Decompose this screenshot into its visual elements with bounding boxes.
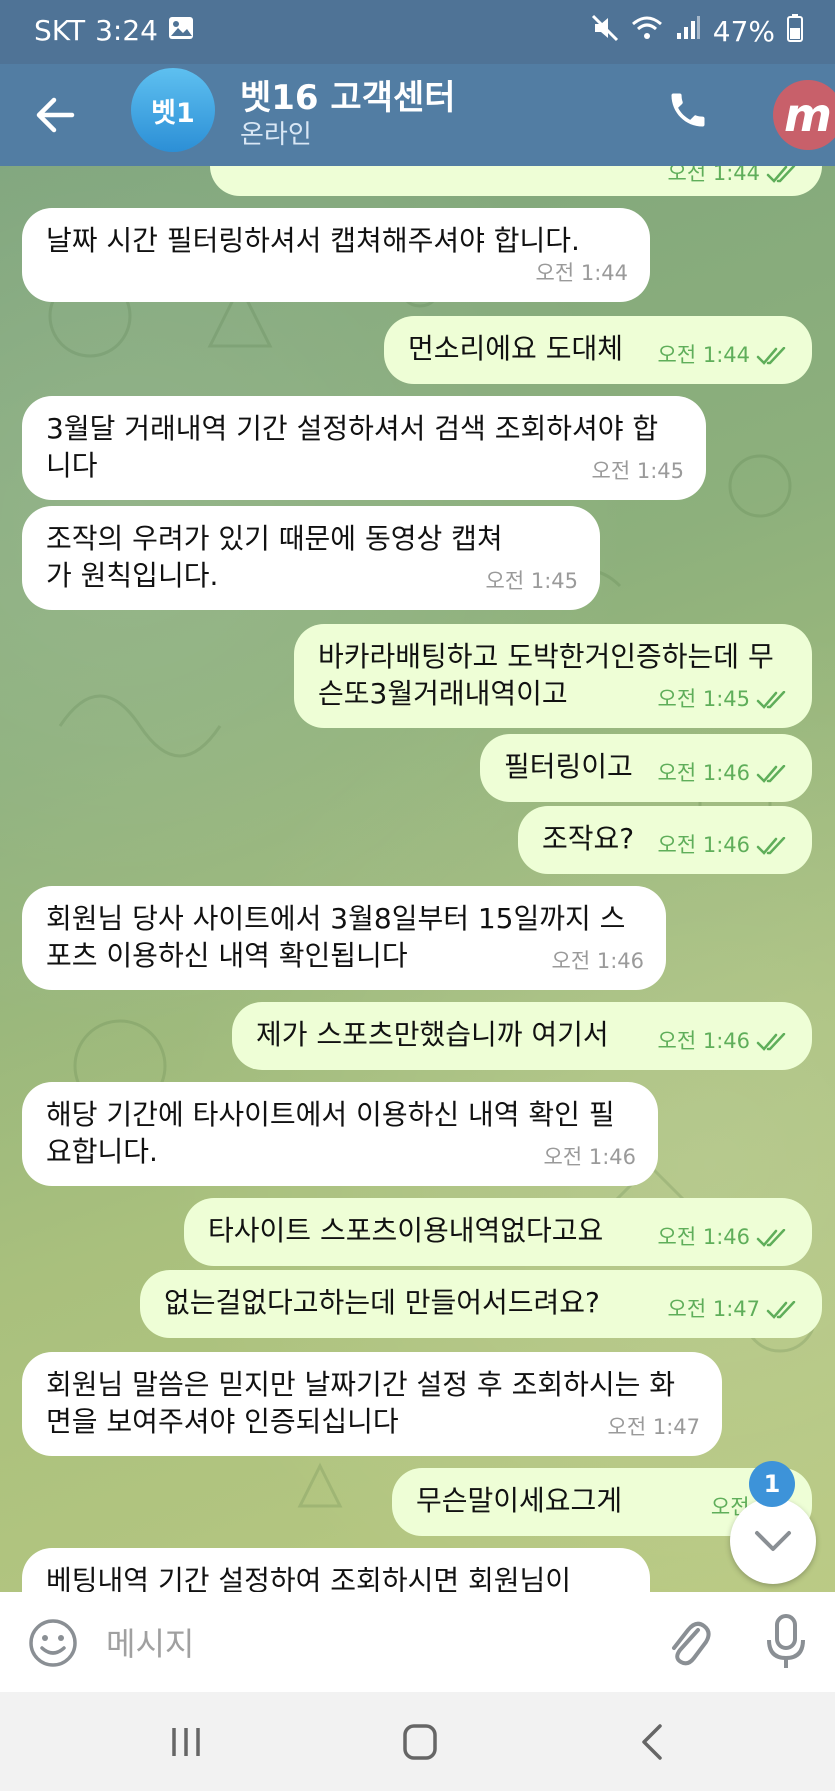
message-meta: 오전 1:44 [668,166,800,192]
double-check-icon [756,346,786,365]
double-check-icon [756,836,786,855]
microphone-icon [767,1614,805,1668]
message-outgoing[interactable]: 조작요? 오전 1:46 [518,806,812,874]
wifi-icon [631,15,663,48]
message-meta: 오전 1:46 [552,943,644,980]
message-incoming[interactable]: 3월달 거래내역 기간 설정하셔서 검색 조회하셔야 합니다 오전 1:45 [22,396,706,500]
carrier-label: SKT [34,14,86,47]
message-meta: 오전 1:44 [658,337,790,374]
chat-title[interactable]: 벳16 고객센터 [240,70,456,119]
message-incoming[interactable]: 조작의 우려가 있기 때문에 동영상 캡쳐가 원칙입니다. 오전 1:45 [22,506,600,610]
message-incoming[interactable]: 회원님 말씀은 믿지만 날짜기간 설정 후 조회하시는 화면을 보여주셔야 인증… [22,1352,722,1456]
message-input[interactable] [104,1618,648,1670]
message-outgoing[interactable]: 먼소리에요 도대체 오전 1:44 [384,316,812,384]
chat-area[interactable]: 오전 1:44 날짜 시간 필터링하셔서 캡쳐해주셔야 합니다. 오전 1:44… [0,166,835,1592]
message-outgoing[interactable]: 없는걸없다고하는데 만들어서드려요? 오전 1:47 [140,1270,822,1338]
unread-count-badge: 1 [749,1461,795,1507]
message-outgoing[interactable]: 바카라배팅하고 도박한거인증하는데 무슨또3월거래내역이고 오전 1:45 [294,624,812,728]
status-left: SKT 3:24 [34,14,194,47]
back-chevron-icon [642,1724,662,1760]
message-text: 3월달 거래내역 기간 설정하셔서 검색 조회하셔야 합니다 [46,412,659,482]
chat-header: 벳1 벳16 고객센터 온라인 m [0,64,835,166]
back-nav-button[interactable] [632,1722,676,1762]
double-check-icon [756,764,786,783]
message-text: 베팅내역 기간 설정하여 조회하시면 회원님이 [46,1564,572,1592]
message-text: 조작의 우려가 있기 때문에 동영상 캡쳐가 원칙입니다. [46,522,503,592]
message-outgoing[interactable]: 오전 1:44 [210,166,822,196]
battery-icon [787,14,803,49]
message-incoming[interactable]: 해당 기간에 타사이트에서 이용하신 내역 확인 필요합니다. 오전 1:46 [22,1082,658,1186]
back-button[interactable] [34,90,78,140]
recents-icon [172,1728,200,1756]
chevron-down-icon [755,1531,791,1551]
message-time: 오전 1:44 [535,261,628,285]
message-meta: 오전 1:47 [668,1291,800,1328]
recent-apps-button[interactable] [164,1722,208,1762]
message-time: 오전 1:44 [657,343,750,367]
mute-icon [591,14,619,49]
double-check-icon [756,1032,786,1051]
message-meta: 오전 1:47 [608,1409,700,1446]
status-right: 47% [591,14,803,49]
home-button[interactable] [398,1722,442,1762]
message-text: 해당 기간에 타사이트에서 이용하신 내역 확인 필요합니다. [46,1098,615,1168]
message-time: 오전 1:46 [657,833,750,857]
double-check-icon [766,1300,796,1319]
message-meta: 오전 1:46 [658,827,790,864]
gallery-icon [168,14,194,47]
message-time: 오전 1:46 [657,1029,750,1053]
message-meta: 오전 1:46 [658,1219,790,1256]
message-meta: 오전 1:46 [658,1023,790,1060]
message-time: 오전 1:44 [667,166,760,185]
arrow-left-icon [36,97,75,133]
message-outgoing[interactable]: 제가 스포츠만했습니까 여기서 오전 1:46 [232,1002,812,1070]
message-time: 오전 1:46 [543,1145,636,1169]
message-incoming[interactable]: 회원님 당사 사이트에서 3월8일부터 15일까지 스포츠 이용하신 내역 확인… [22,886,666,990]
smile-icon [29,1619,77,1667]
scroll-to-bottom-button[interactable] [730,1498,816,1584]
floating-app-badge[interactable]: m [773,80,835,150]
microphone-button[interactable] [762,1612,810,1672]
clock: 3:24 [95,14,158,47]
online-status: 온라인 [240,120,312,150]
message-meta: 오전 1:45 [592,453,684,490]
message-incoming[interactable]: 날짜 시간 필터링하셔서 캡쳐해주셔야 합니다. 오전 1:44 [22,208,650,302]
message-time: 오전 1:46 [657,1225,750,1249]
message-time: 오전 1:45 [485,569,578,593]
message-meta: 오전 1:45 [658,681,790,718]
message-time: 오전 1:45 [591,459,684,483]
message-incoming[interactable]: 베팅내역 기간 설정하여 조회하시면 회원님이 [22,1548,650,1592]
message-time: 오전 1:47 [607,1415,700,1439]
call-button[interactable] [666,88,710,132]
message-meta: 오전 1:46 [544,1139,636,1176]
double-check-icon [756,1228,786,1247]
message-outgoing[interactable]: 타사이트 스포츠이용내역없다고요 오전 1:46 [184,1198,812,1266]
double-check-icon [766,166,796,183]
emoji-button[interactable] [28,1618,78,1668]
message-meta: 오전 1:45 [486,563,578,600]
signal-icon [675,15,701,48]
message-outgoing[interactable]: 필터링이고 오전 1:46 [480,734,812,802]
battery-level: 47% [712,15,775,48]
system-navigation-bar [0,1692,835,1791]
message-composer [0,1592,835,1692]
message-text: 회원님 말씀은 믿지만 날짜기간 설정 후 조회하시는 화면을 보여주셔야 인증… [46,1368,676,1438]
phone-icon [671,93,705,127]
paperclip-icon [672,1621,711,1666]
message-time: 오전 1:47 [667,1297,760,1321]
message-meta: 오전 1:44 [536,255,628,292]
double-check-icon [756,690,786,709]
message-time: 오전 1:46 [657,761,750,785]
avatar[interactable]: 벳1 [131,68,215,152]
message-meta: 오전 1:46 [658,755,790,792]
attach-button[interactable] [664,1614,712,1670]
home-icon [403,1724,437,1760]
message-text: 날짜 시간 필터링하셔서 캡쳐해주셔야 합니다. [46,224,580,257]
status-bar: SKT 3:24 47% [0,0,835,64]
message-time: 오전 1:46 [551,949,644,973]
message-time: 오전 1:45 [657,687,750,711]
